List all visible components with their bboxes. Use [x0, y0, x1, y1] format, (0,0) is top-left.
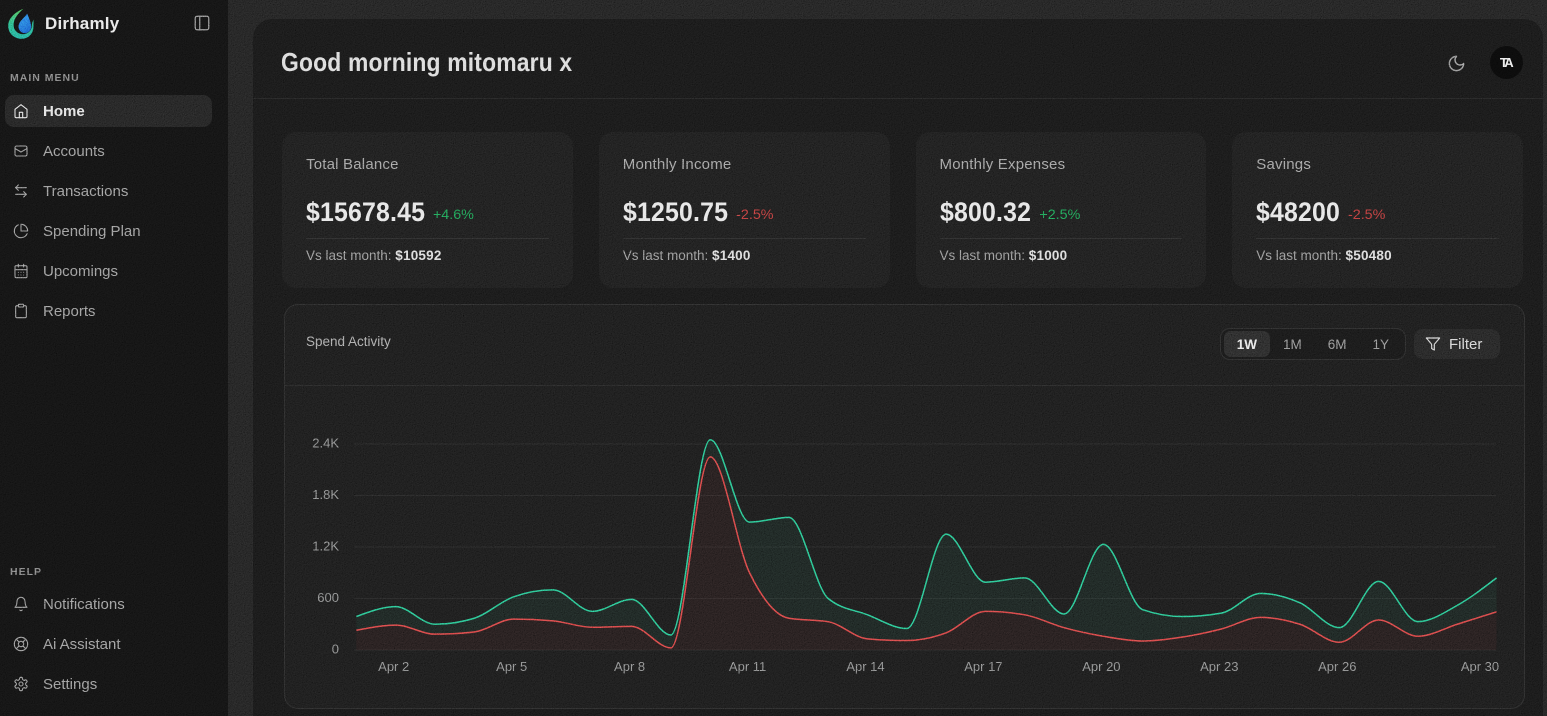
svg-text:1.2K: 1.2K: [312, 539, 339, 554]
svg-text:Apr 17: Apr 17: [964, 659, 1002, 674]
svg-text:Apr 26: Apr 26: [1318, 659, 1356, 674]
svg-text:Apr 14: Apr 14: [846, 659, 884, 674]
svg-text:Apr 2: Apr 2: [378, 659, 409, 674]
svg-text:Apr 5: Apr 5: [496, 659, 527, 674]
svg-text:1.8K: 1.8K: [312, 487, 339, 502]
svg-text:Apr 30: Apr 30: [1461, 659, 1499, 674]
svg-text:600: 600: [317, 590, 339, 605]
svg-text:0: 0: [332, 642, 339, 657]
svg-text:Apr 8: Apr 8: [614, 659, 645, 674]
svg-text:2.4K: 2.4K: [312, 436, 339, 451]
svg-text:Apr 11: Apr 11: [729, 659, 766, 674]
svg-text:Apr 23: Apr 23: [1200, 659, 1238, 674]
svg-text:Apr 20: Apr 20: [1082, 659, 1120, 674]
